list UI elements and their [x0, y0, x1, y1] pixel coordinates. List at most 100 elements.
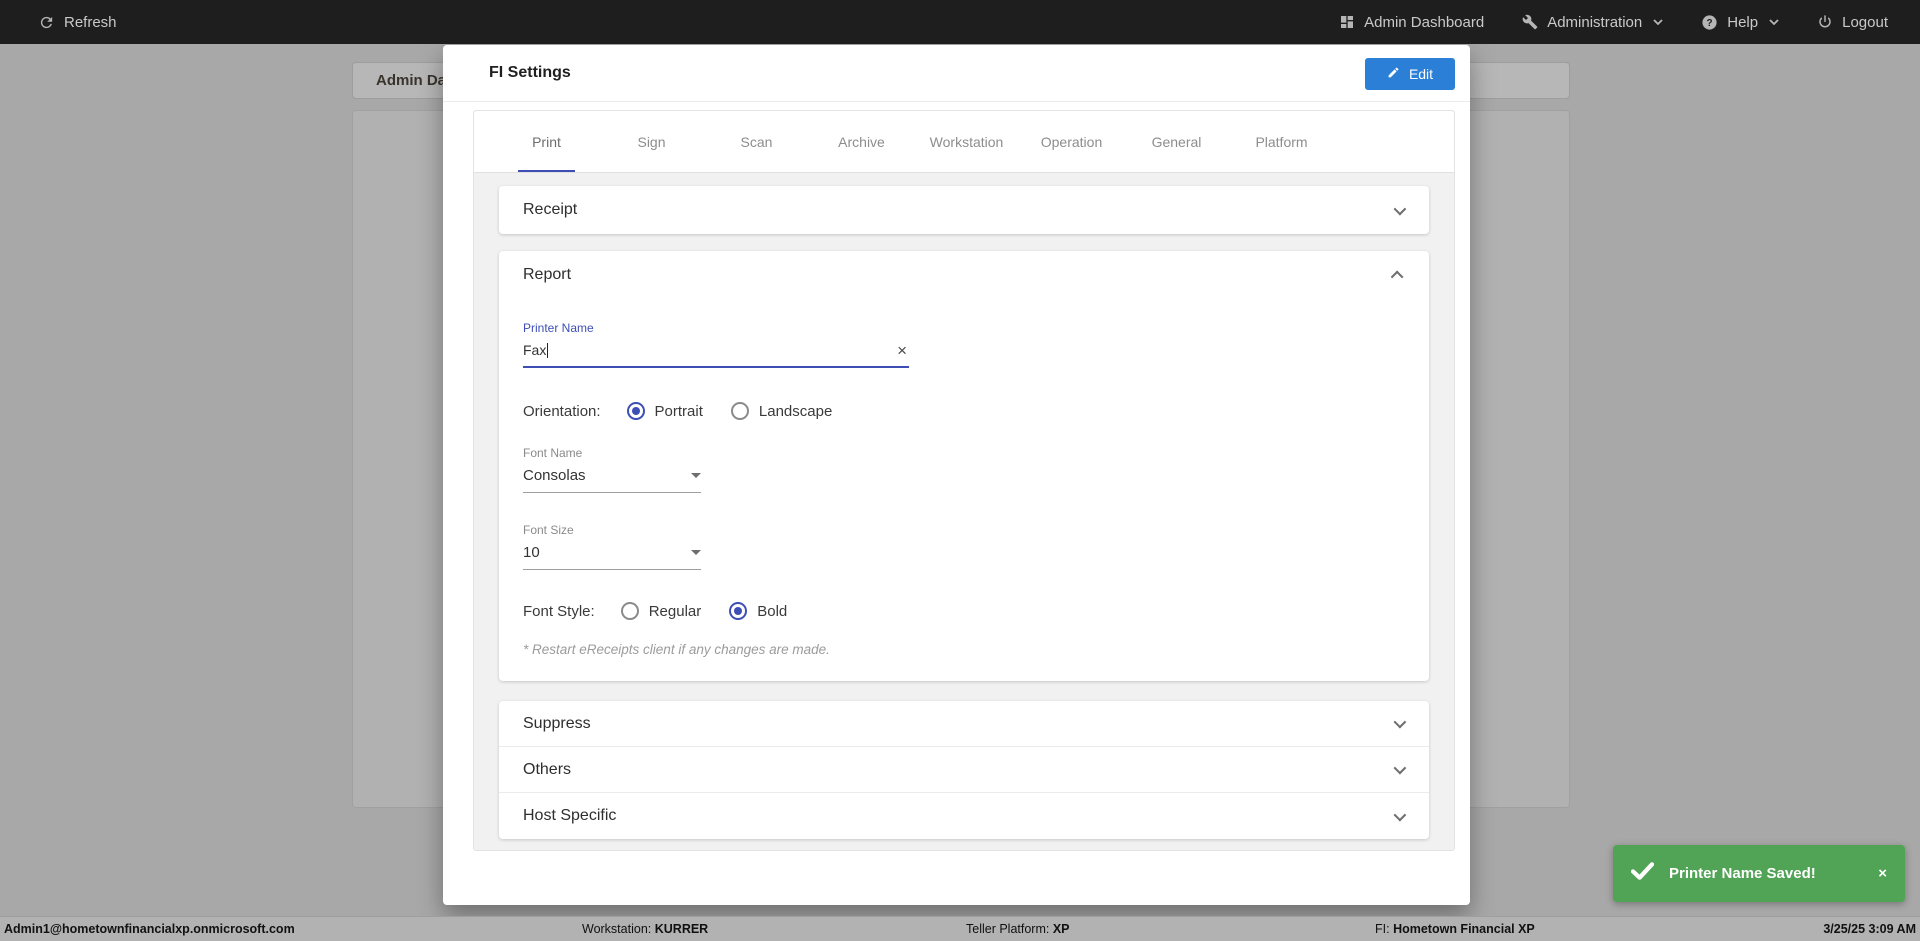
font-style-bold-radio[interactable] [729, 602, 748, 620]
font-size-value: 10 [523, 544, 540, 561]
font-name-field: Font Name Consolas [523, 446, 701, 493]
tab-print[interactable]: Print [494, 111, 599, 172]
orientation-landscape-label[interactable]: Landscape [759, 403, 832, 420]
edit-button-label: Edit [1408, 66, 1434, 82]
tab-general[interactable]: General [1124, 111, 1229, 172]
status-teller-platform-value: XP [1052, 922, 1070, 936]
tab-workstation[interactable]: Workstation [914, 111, 1019, 172]
chevron-down-icon [1393, 202, 1407, 215]
font-size-field: Font Size 10 [523, 523, 701, 570]
chevron-down-icon [1393, 761, 1407, 775]
printer-name-input[interactable]: Fax × [523, 342, 909, 368]
help-label: Help [1727, 13, 1759, 31]
status-bar: Admin1@hometownfinancialxp.onmicrosoft.c… [0, 916, 1920, 941]
top-navigation-bar: Refresh Admin Dashboard Administration ?… [0, 0, 1920, 44]
wrench-icon [1522, 14, 1538, 30]
printer-name-label: Printer Name [523, 321, 594, 335]
others-section-title: Others [523, 760, 572, 778]
chevron-down-icon [1393, 715, 1407, 729]
nav-admin-dashboard[interactable]: Admin Dashboard [1339, 14, 1484, 31]
host-specific-section-header[interactable]: Host Specific [499, 793, 1429, 839]
refresh-button[interactable]: Refresh [38, 14, 117, 31]
nav-help-menu[interactable]: ? Help [1701, 14, 1779, 31]
others-section-header[interactable]: Others [499, 747, 1429, 793]
restart-note: * Restart eReceipts client if any change… [523, 642, 830, 657]
dropdown-arrow-icon [691, 550, 701, 555]
dashboard-grid-icon [1339, 14, 1355, 30]
tab-archive[interactable]: Archive [809, 111, 914, 172]
status-teller-platform-label: Teller Platform: [966, 922, 1050, 936]
tab-scan[interactable]: Scan [704, 111, 809, 172]
status-fi: FI: Hometown Financial XP [1375, 922, 1535, 936]
collapsed-sections-group: Suppress Others Host Specific [499, 701, 1429, 839]
chevron-down-icon [1653, 19, 1663, 25]
font-style-label: Font Style: [523, 602, 595, 620]
printer-name-field: Printer Name Fax × [523, 321, 1405, 368]
receipt-section-header[interactable]: Receipt [499, 186, 1429, 234]
edit-button[interactable]: Edit [1365, 58, 1455, 90]
font-style-bold-label[interactable]: Bold [757, 603, 787, 620]
orientation-portrait-label[interactable]: Portrait [655, 403, 703, 420]
question-circle-icon: ? [1701, 14, 1718, 31]
check-icon [1630, 862, 1655, 885]
fi-settings-dialog: FI Settings Edit Print Sign Scan Archive… [443, 45, 1470, 905]
tab-sign[interactable]: Sign [599, 111, 704, 172]
font-size-select[interactable]: 10 [523, 544, 701, 570]
logout-label: Logout [1842, 13, 1888, 31]
report-section-header[interactable]: Report [499, 251, 1429, 299]
chevron-up-icon [1390, 270, 1404, 283]
svg-text:?: ? [1707, 18, 1713, 29]
refresh-label: Refresh [64, 13, 117, 31]
chevron-down-icon [1769, 19, 1779, 25]
tab-platform[interactable]: Platform [1229, 111, 1334, 172]
orientation-field: Orientation: Portrait Landscape [523, 402, 1405, 420]
font-name-select[interactable]: Consolas [523, 467, 701, 493]
logout-button[interactable]: Logout [1817, 14, 1888, 31]
orientation-portrait-radio[interactable] [626, 402, 645, 420]
dialog-title: FI Settings [489, 64, 571, 81]
receipt-section-title: Receipt [523, 201, 578, 218]
suppress-section-title: Suppress [523, 714, 591, 732]
admin-dashboard-label: Admin Dashboard [1364, 13, 1485, 31]
report-section: Report Printer Name Fax × Orientation: P… [499, 251, 1429, 681]
refresh-icon [38, 14, 55, 31]
status-fi-label: FI: [1375, 922, 1390, 936]
power-icon [1817, 14, 1833, 30]
status-fi-value: Hometown Financial XP [1393, 922, 1535, 936]
status-datetime: 3/25/25 3:09 AM [1823, 922, 1916, 936]
dialog-body: Print Sign Scan Archive Workstation Oper… [473, 110, 1455, 851]
font-size-label: Font Size [523, 523, 574, 537]
dialog-header: FI Settings Edit [443, 45, 1470, 102]
report-section-title: Report [523, 266, 572, 283]
accordion-area: Receipt Report Printer Name Fax × Orient… [474, 173, 1454, 839]
font-name-value: Consolas [523, 467, 586, 484]
text-cursor [547, 343, 549, 359]
status-teller-platform: Teller Platform: XP [966, 922, 1070, 936]
toast-close-icon[interactable]: × [1878, 866, 1887, 881]
font-name-label: Font Name [523, 446, 583, 460]
suppress-section-header[interactable]: Suppress [499, 701, 1429, 747]
orientation-label: Orientation: [523, 402, 601, 420]
orientation-landscape-radio[interactable] [730, 402, 749, 420]
administration-label: Administration [1547, 13, 1643, 31]
host-specific-section-title: Host Specific [523, 807, 617, 824]
font-style-field: Font Style: Regular Bold [523, 602, 1405, 620]
dropdown-arrow-icon [691, 473, 701, 478]
printer-name-value: Fax [523, 342, 547, 358]
toast-message: Printer Name Saved! [1669, 865, 1816, 882]
tab-operation[interactable]: Operation [1019, 111, 1124, 172]
status-user-email: Admin1@hometownfinancialxp.onmicrosoft.c… [4, 922, 295, 936]
chevron-down-icon [1393, 808, 1407, 821]
font-style-regular-radio[interactable] [620, 602, 639, 620]
font-style-regular-label[interactable]: Regular [649, 603, 702, 620]
pencil-icon [1387, 66, 1400, 82]
settings-tab-bar: Print Sign Scan Archive Workstation Oper… [474, 111, 1454, 173]
status-workstation-value: KURRER [654, 922, 709, 936]
report-section-body: Printer Name Fax × Orientation: Portrait [499, 321, 1429, 681]
toast-notification: Printer Name Saved! × [1613, 845, 1905, 902]
nav-administration-menu[interactable]: Administration [1522, 14, 1663, 31]
clear-input-icon[interactable]: × [895, 342, 909, 359]
status-workstation: Workstation: KURRER [582, 922, 708, 936]
status-workstation-label: Workstation: [582, 922, 652, 936]
receipt-section: Receipt [499, 186, 1429, 234]
